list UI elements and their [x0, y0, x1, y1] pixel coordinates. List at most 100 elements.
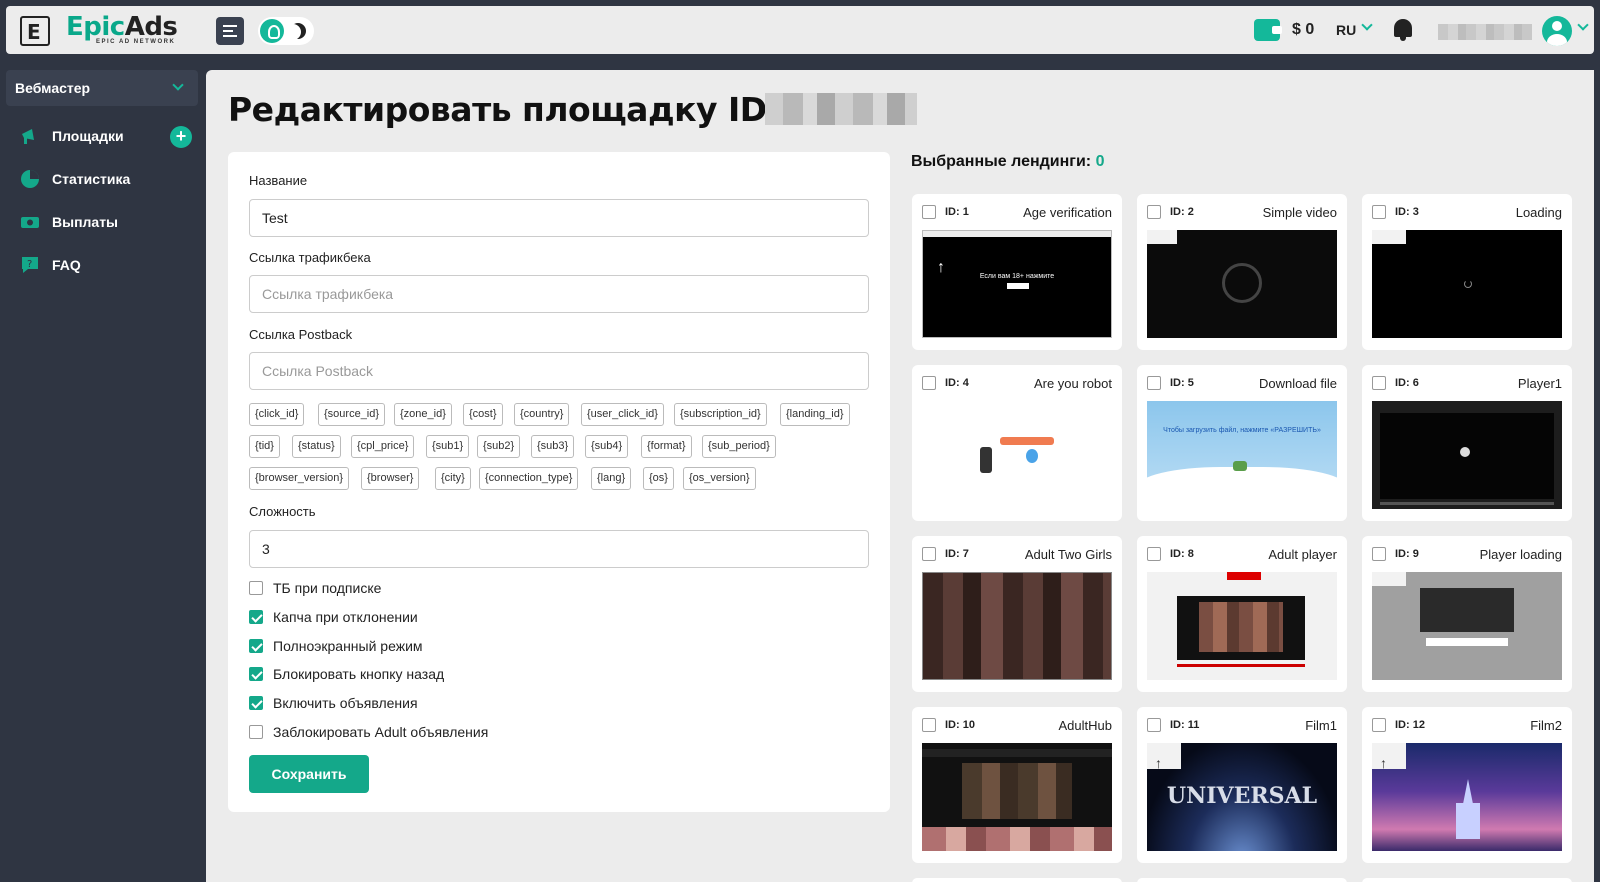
landing-card[interactable]: ID: 12 Film2 ↑ [1362, 707, 1572, 863]
macro-tag[interactable]: {os_version} [683, 467, 756, 490]
macro-tag[interactable]: {status} [292, 435, 341, 458]
landing-id: ID: 3 [1395, 206, 1419, 218]
checkbox-checked[interactable] [249, 667, 263, 681]
macro-tag[interactable]: {tid} [249, 435, 280, 458]
logo-brand-epic: Epic [66, 12, 125, 42]
thumb-corner [1372, 230, 1406, 244]
macro-tag[interactable]: {sub1} [426, 435, 470, 458]
landing-thumbnail [1147, 572, 1337, 680]
sidebar-item-faq[interactable]: ? FAQ [20, 251, 200, 279]
sidebar-section-webmaster[interactable]: Вебмастер [6, 70, 198, 106]
logo-brand[interactable]: EpicAds [66, 12, 178, 42]
selected-landings-title: Выбранные лендинги: 0 [911, 153, 1104, 171]
landing-card[interactable]: ID: 9 Player loading [1362, 536, 1572, 692]
macro-tag[interactable]: {lang} [591, 467, 632, 490]
chevron-down-icon[interactable] [172, 79, 184, 91]
menu-toggle-button[interactable] [216, 17, 244, 45]
landing-card[interactable]: ID: 4 Are you robot [912, 365, 1122, 521]
macro-tag[interactable]: {click_id} [249, 403, 305, 426]
top-header: E EpicAds EPIC AD NETWORK $ 0 RU [6, 6, 1594, 54]
name-input[interactable] [249, 199, 869, 237]
postback-input[interactable] [249, 352, 869, 390]
landing-card[interactable] [1137, 878, 1347, 882]
macro-tag[interactable]: {sub3} [531, 435, 575, 458]
add-platform-button[interactable]: + [170, 126, 192, 148]
macro-tag[interactable]: {subscription_id} [674, 403, 767, 426]
landing-card[interactable]: ID: 1 Age verification ↑ Если вам 18+ на… [912, 194, 1122, 350]
bell-icon[interactable] [1394, 19, 1412, 41]
landing-name: Are you robot [1033, 376, 1112, 391]
macro-tag[interactable]: {connection_type} [479, 467, 579, 490]
macro-tag[interactable]: {country} [514, 403, 570, 426]
landing-card[interactable]: ID: 6 Player1 [1362, 365, 1572, 521]
macro-tag[interactable]: {browser} [361, 467, 420, 490]
chevron-down-icon[interactable] [1577, 19, 1589, 31]
checkbox-checked[interactable] [249, 639, 263, 653]
chevron-down-icon[interactable] [1361, 19, 1373, 31]
macro-tag[interactable]: {sub_period} [702, 435, 776, 458]
checkbox[interactable] [922, 205, 936, 219]
macro-tag[interactable]: {user_click_id} [581, 403, 664, 426]
macro-tag[interactable]: {zone_id} [394, 403, 452, 426]
checkbox[interactable] [1372, 718, 1386, 732]
logo-icon[interactable]: E [20, 16, 50, 46]
arrow-up-icon: ↑ [1155, 755, 1162, 771]
language-selector[interactable]: RU [1336, 22, 1356, 38]
checkbox[interactable] [922, 547, 936, 561]
checkbox[interactable] [1372, 376, 1386, 390]
balance-value[interactable]: $ 0 [1292, 21, 1314, 39]
checkbox[interactable] [1147, 718, 1161, 732]
sidebar-item-statistics[interactable]: Статистика [20, 165, 200, 193]
postback-label: Ссылка Postback [249, 327, 353, 342]
thumb-logo [1227, 572, 1261, 580]
checkbox[interactable] [1372, 547, 1386, 561]
macro-tag[interactable]: {os} [643, 467, 674, 490]
option-label: ТБ при подписке [273, 580, 382, 596]
landing-card[interactable]: ID: 7 Adult Two Girls [912, 536, 1122, 692]
checkbox[interactable] [922, 718, 936, 732]
landing-card[interactable]: ID: 3 Loading [1362, 194, 1572, 350]
bulb-icon[interactable] [260, 19, 284, 43]
checkbox-checked[interactable] [249, 610, 263, 624]
checkbox[interactable] [1147, 205, 1161, 219]
sidebar-item-payouts[interactable]: Выплаты [20, 208, 200, 236]
landing-card[interactable]: ID: 2 Simple video [1137, 194, 1347, 350]
svg-text:?: ? [27, 259, 32, 270]
landing-card[interactable]: ID: 5 Download file Чтобы загрузить файл… [1137, 365, 1347, 521]
checkbox[interactable] [1147, 547, 1161, 561]
thumb-caption: Чтобы загрузить файл, нажмите «РАЗРЕШИТЬ… [1163, 427, 1321, 434]
trafficback-input[interactable] [249, 275, 869, 313]
macro-tag[interactable]: {cpl_price} [351, 435, 415, 458]
checkbox-checked[interactable] [249, 696, 263, 710]
macro-tag[interactable]: {source_id} [318, 403, 386, 426]
avatar[interactable] [1542, 16, 1572, 46]
macro-tag[interactable]: {cost} [463, 403, 503, 426]
landing-card[interactable]: ID: 11 Film1 ↑ UNIVERSAL [1137, 707, 1347, 863]
checkbox[interactable] [1372, 205, 1386, 219]
page-title: Редактировать площадку ID: 1 [228, 90, 813, 129]
macro-tag[interactable]: {format} [641, 435, 692, 458]
checkbox[interactable] [249, 581, 263, 595]
moon-icon[interactable] [290, 23, 306, 39]
macro-tag[interactable]: {sub2} [477, 435, 521, 458]
landing-card[interactable] [912, 878, 1122, 882]
thumb-progress [1177, 664, 1305, 667]
checkbox[interactable] [1147, 376, 1161, 390]
username-redacted[interactable] [1438, 24, 1532, 40]
difficulty-input[interactable] [249, 530, 869, 568]
landing-card[interactable]: ID: 8 Adult player [1137, 536, 1347, 692]
landing-card[interactable] [1362, 878, 1572, 882]
thumb-alert-bar [1426, 638, 1508, 646]
checkbox[interactable] [249, 725, 263, 739]
save-button[interactable]: Сохранить [249, 755, 369, 793]
macro-tag[interactable]: {city} [435, 467, 471, 490]
macro-tag[interactable]: {landing_id} [780, 403, 850, 426]
theme-toggle[interactable] [258, 17, 314, 45]
selected-landings-label: Выбранные лендинги: [911, 153, 1092, 170]
macro-tag[interactable]: {sub4} [585, 435, 629, 458]
macro-tag[interactable]: {browser_version} [249, 467, 350, 490]
sidebar-item-label: Статистика [52, 171, 131, 187]
landing-card[interactable]: ID: 10 AdultHub [912, 707, 1122, 863]
checkbox[interactable] [922, 376, 936, 390]
landing-id: ID: 1 [945, 206, 969, 218]
